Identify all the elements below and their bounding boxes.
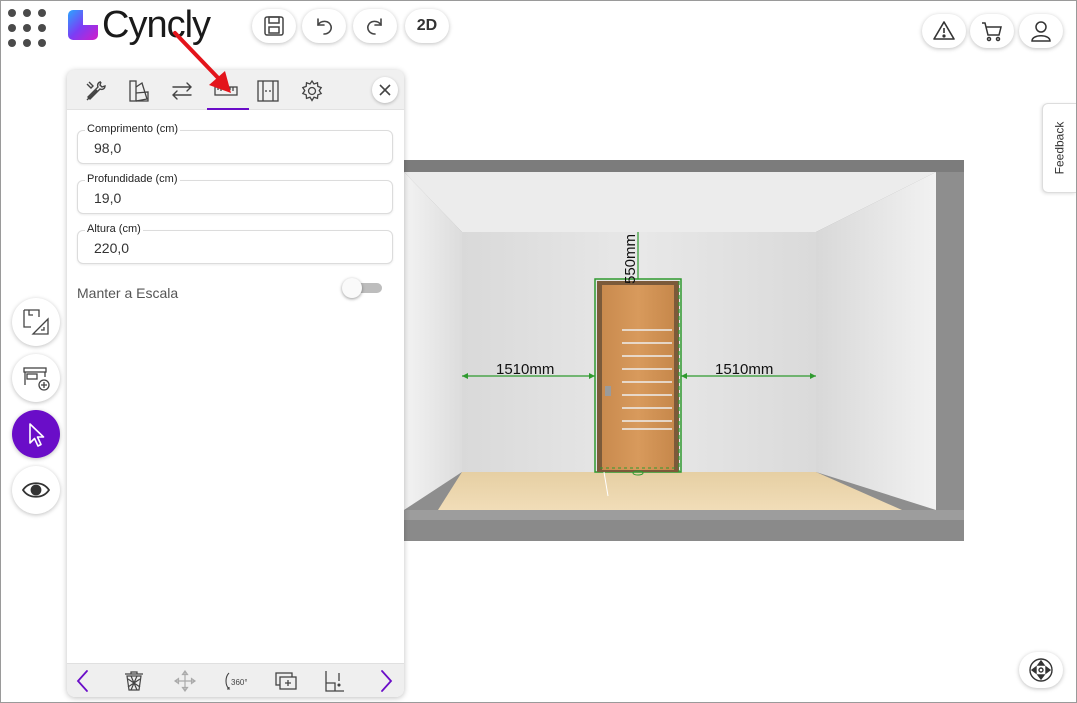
redo-button[interactable]: [353, 9, 397, 43]
floorplan-tool-icon: [23, 309, 49, 335]
undo-icon: [317, 18, 332, 35]
tab-materials[interactable]: [122, 74, 156, 108]
rotate-360-button[interactable]: 360°: [221, 668, 249, 694]
save-button[interactable]: [252, 9, 296, 43]
tab-door-panel[interactable]: [251, 74, 285, 108]
properties-panel: Comprimento (cm) Profundidade (cm) Altur…: [67, 70, 404, 697]
close-icon: [379, 84, 391, 96]
save-icon: [264, 16, 284, 36]
red-arrow-annotation-icon: [173, 31, 231, 93]
warning-icon: [933, 21, 955, 40]
app-window: Cyncly 2D Feedback 1510mm 1510mm 550mm C…: [0, 0, 1077, 703]
height-field[interactable]: Altura (cm): [77, 223, 393, 264]
room-3d-view[interactable]: 1510mm 1510mm 550mm: [404, 160, 964, 541]
settings-icon: [301, 79, 323, 102]
add-furniture-icon: [23, 367, 50, 391]
cart-button[interactable]: [970, 14, 1014, 48]
depth-field[interactable]: Profundidade (cm): [77, 173, 393, 214]
tab-settings[interactable]: [295, 74, 329, 108]
visibility-button[interactable]: [12, 466, 60, 514]
delete-button[interactable]: [120, 668, 148, 694]
rotate-360-label: 360°: [231, 678, 247, 687]
depth-input[interactable]: [94, 190, 374, 206]
cart-icon: [982, 22, 1002, 42]
door-panel[interactable]: [602, 285, 674, 470]
height-label: Altura (cm): [85, 223, 143, 235]
delete-icon: [125, 671, 143, 691]
prev-button[interactable]: [69, 668, 97, 694]
move-button[interactable]: [171, 668, 199, 694]
feedback-tab[interactable]: Feedback: [1042, 103, 1076, 193]
toggle-knob: [342, 278, 362, 298]
warnings-button[interactable]: [922, 14, 966, 48]
length-field[interactable]: Comprimento (cm): [77, 123, 393, 164]
navigation-control-button[interactable]: [1019, 652, 1063, 688]
next-button[interactable]: [372, 668, 400, 694]
door-panel-icon: [257, 80, 279, 102]
add-furniture-button[interactable]: [12, 354, 60, 402]
rotate-360-icon: 360°: [225, 672, 247, 690]
navigation-compass-icon: [1029, 658, 1053, 682]
select-cursor-icon: [29, 423, 45, 447]
duplicate-button[interactable]: [272, 668, 300, 694]
visibility-eye-icon: [21, 482, 51, 498]
apps-grid-icon[interactable]: [6, 7, 48, 49]
panel-close-button[interactable]: [372, 77, 398, 103]
move-icon: [173, 669, 197, 693]
keep-scale-toggle[interactable]: [342, 278, 384, 298]
user-icon: [1031, 21, 1051, 42]
height-input[interactable]: [94, 240, 374, 256]
keep-scale-label: Manter a Escala: [77, 285, 179, 301]
dimension-left-label: 1510mm: [496, 361, 554, 378]
undo-button[interactable]: [302, 9, 346, 43]
panel-footer: 360°: [67, 663, 404, 697]
dimension-right-label: 1510mm: [715, 361, 773, 378]
tab-tools[interactable]: [79, 74, 113, 108]
view-2d-button[interactable]: 2D: [405, 9, 449, 43]
alert-item-icon: [325, 671, 344, 692]
user-button[interactable]: [1019, 14, 1063, 48]
tools-icon: [86, 81, 106, 101]
panel-body: Comprimento (cm) Profundidade (cm) Altur…: [67, 110, 404, 663]
next-arrow-icon: [381, 670, 393, 692]
dimension-top-label: 550mm: [622, 234, 639, 284]
length-label: Comprimento (cm): [85, 123, 181, 135]
duplicate-icon: [275, 672, 297, 690]
feedback-label: Feedback: [1052, 121, 1067, 175]
floorplan-tool-button[interactable]: [12, 298, 60, 346]
select-tool-button[interactable]: [12, 410, 60, 458]
redo-icon: [367, 18, 382, 35]
logo-mark-icon: [68, 10, 98, 40]
materials-icon: [129, 80, 149, 102]
prev-arrow-icon: [76, 670, 88, 692]
length-input[interactable]: [94, 140, 374, 156]
alert-item-button[interactable]: [321, 668, 349, 694]
depth-label: Profundidade (cm): [85, 173, 180, 185]
